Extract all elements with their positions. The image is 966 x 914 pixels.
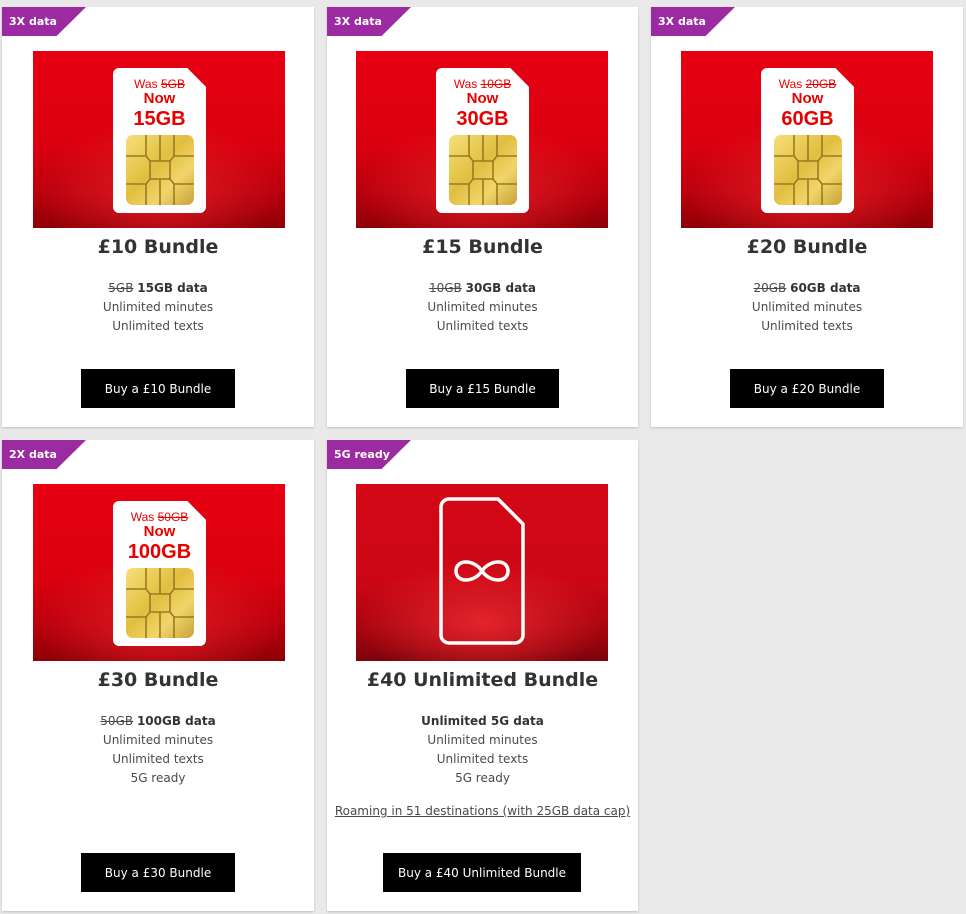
buy-40-unlimited-bundle-button[interactable]: Buy a £40 Unlimited Bundle — [383, 853, 581, 892]
sim-was-value: 10GB — [480, 77, 512, 91]
texts-allowance: Unlimited texts — [436, 752, 529, 766]
offer-ribbon: 3X data — [327, 7, 411, 36]
minutes-allowance: Unlimited minutes — [102, 300, 214, 314]
sim-chip-icon — [126, 568, 194, 638]
bundle-title: £40 Unlimited Bundle — [366, 669, 599, 691]
buy-10-bundle-button[interactable]: Buy a £10 Bundle — [81, 369, 235, 408]
bundle-title: £20 Bundle — [746, 236, 868, 258]
sim-was-value: 20GB — [805, 77, 837, 91]
buy-20-bundle-button[interactable]: Buy a £20 Bundle — [730, 369, 884, 408]
promo-image: Was 5GB Now 15GB — [33, 51, 285, 228]
sim-card-icon: Was 20GB Now 60GB — [761, 68, 854, 213]
sim-now-text: Now — [466, 90, 499, 107]
sim-chip-icon — [449, 135, 517, 205]
offer-ribbon: 3X data — [2, 7, 86, 36]
promo-image — [356, 484, 608, 661]
sim-amount-text: 60GB — [781, 108, 834, 130]
bundle-card-10: 3X data Was 5GB Now 15GB £10 Bundle 5GB … — [2, 7, 314, 427]
minutes-allowance: Unlimited minutes — [427, 300, 538, 314]
texts-allowance: Unlimited texts — [436, 319, 529, 333]
old-data-allowance: 20GB — [753, 281, 787, 295]
minutes-allowance: Unlimited minutes — [427, 733, 538, 747]
sim-card-icon: Was 10GB Now 30GB — [436, 68, 529, 213]
offer-ribbon: 5G ready — [327, 440, 411, 469]
sim-was-value: 5GB — [160, 77, 185, 91]
bundle-features: 50GB 100GB data Unlimited minutes Unlimi… — [2, 712, 314, 788]
new-data-allowance: 60GB data — [790, 281, 861, 295]
roaming-link[interactable]: Roaming in 51 destinations (with 25GB da… — [335, 804, 630, 818]
bundle-card-40-unlimited: 5G ready £40 Unlimited Bundle Unlimited … — [327, 440, 638, 911]
new-data-allowance: Unlimited 5G data — [421, 714, 544, 728]
minutes-allowance: Unlimited minutes — [102, 733, 214, 747]
data-allowance: 50GB 100GB data — [2, 712, 314, 731]
offer-ribbon: 2X data — [2, 440, 86, 469]
bundle-features: 10GB 30GB data Unlimited minutes Unlimit… — [327, 279, 638, 336]
offer-ribbon: 3X data — [651, 7, 735, 36]
promo-image: Was 20GB Now 60GB — [681, 51, 933, 228]
sim-now-text: Now — [143, 90, 176, 107]
bundle-title: £30 Bundle — [97, 669, 219, 691]
sim-card-icon: Was 5GB Now 15GB — [113, 68, 206, 213]
5g-ready-feature: 5G ready — [455, 771, 510, 785]
new-data-allowance: 100GB data — [136, 714, 216, 728]
new-data-allowance: 30GB data — [465, 281, 537, 295]
minutes-allowance: Unlimited minutes — [751, 300, 863, 314]
sim-card-icon: Was 50GB Now 100GB — [113, 501, 206, 646]
bundle-features: 20GB 60GB data Unlimited minutes Unlimit… — [651, 279, 963, 336]
data-allowance: 20GB 60GB data — [651, 279, 963, 298]
sim-was-value: 50GB — [157, 510, 189, 524]
sim-chip-icon — [126, 135, 194, 205]
promo-image: Was 10GB Now 30GB — [356, 51, 608, 228]
buy-15-bundle-button[interactable]: Buy a £15 Bundle — [406, 369, 559, 408]
sim-now-text: Now — [143, 523, 176, 540]
sim-amount-text: 30GB — [456, 108, 509, 130]
bundle-grid: 3X data Was 5GB Now 15GB £10 Bundle 5GB … — [0, 0, 966, 914]
texts-allowance: Unlimited texts — [112, 752, 204, 766]
sim-amount-text: 100GB — [127, 541, 192, 563]
sim-chip-icon — [774, 135, 842, 205]
data-allowance: 10GB 30GB data — [327, 279, 638, 298]
data-allowance: 5GB 15GB data — [2, 279, 314, 298]
5g-ready-feature: 5G ready — [130, 771, 186, 785]
texts-allowance: Unlimited texts — [112, 319, 204, 333]
old-data-allowance: 10GB — [428, 281, 462, 295]
sim-amount-text: 15GB — [133, 108, 186, 130]
infinity-sim-icon — [439, 497, 525, 645]
new-data-allowance: 15GB data — [137, 281, 208, 295]
old-data-allowance: 5GB — [108, 281, 134, 295]
sim-now-text: Now — [791, 90, 824, 107]
bundle-features: Unlimited 5G data Unlimited minutes Unli… — [327, 712, 638, 788]
promo-image: Was 50GB Now 100GB — [33, 484, 285, 661]
bundle-card-15: 3X data Was 10GB Now 30GB £15 Bundle 10G… — [327, 7, 638, 427]
old-data-allowance: 50GB — [100, 714, 134, 728]
bundle-title: £10 Bundle — [97, 236, 219, 258]
bundle-features: 5GB 15GB data Unlimited minutes Unlimite… — [2, 279, 314, 336]
texts-allowance: Unlimited texts — [761, 319, 853, 333]
bundle-card-20: 3X data Was 20GB Now 60GB £20 Bundle 20G… — [651, 7, 963, 427]
roaming-info: Roaming in 51 destinations (with 25GB da… — [327, 803, 638, 819]
bundle-title: £15 Bundle — [422, 236, 543, 258]
bundle-card-30: 2X data Was 50GB Now 100GB £30 Bundle 50… — [2, 440, 314, 911]
buy-30-bundle-button[interactable]: Buy a £30 Bundle — [81, 853, 235, 892]
data-allowance: Unlimited 5G data — [327, 712, 638, 731]
